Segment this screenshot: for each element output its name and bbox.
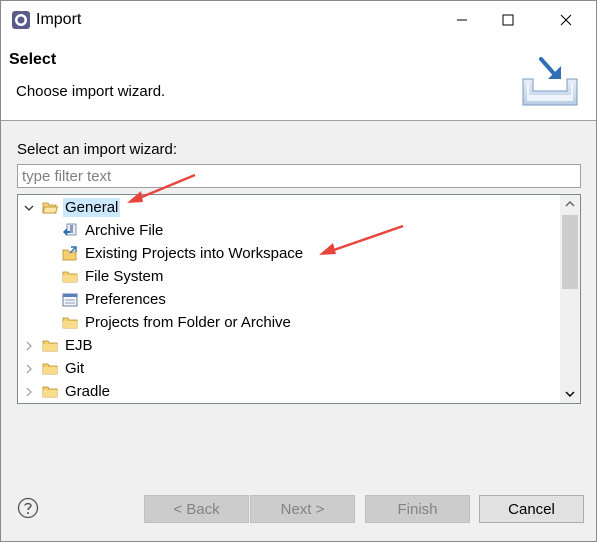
wizard-footer: < Back Next > Finish Cancel — [1, 471, 596, 541]
finish-button[interactable]: Finish — [365, 495, 470, 523]
maximize-icon — [502, 14, 514, 26]
import-dialog: Import Select Choose import wizard. Sele… — [0, 0, 597, 542]
tree-item[interactable]: File System — [62, 265, 165, 288]
folder-open-icon — [42, 200, 58, 216]
existing-projects-icon — [62, 245, 78, 262]
minimize-button[interactable] — [439, 1, 485, 39]
tree-item[interactable]: Projects from Folder or Archive — [62, 311, 293, 334]
window-title: Import — [36, 11, 82, 28]
wizard-header: Select Choose import wizard. — [1, 39, 596, 121]
tree-item-label: EJB — [65, 337, 93, 354]
folder-icon — [62, 315, 78, 331]
tree-scrollbar[interactable] — [560, 195, 580, 403]
minimize-icon — [457, 19, 467, 21]
filter-input[interactable] — [17, 164, 581, 188]
chevron-up-icon — [565, 201, 575, 207]
chevron-right-icon[interactable] — [22, 362, 36, 376]
scroll-down-button[interactable] — [560, 385, 580, 403]
folder-icon — [62, 269, 78, 285]
tree-item-label: General — [63, 198, 121, 217]
tree-item-label: Archive File — [85, 222, 164, 239]
tree-item-label: Projects from Folder or Archive — [85, 314, 291, 331]
help-icon — [17, 497, 39, 519]
title-bar: Import — [1, 1, 596, 39]
tree-item-label: Existing Projects into Workspace — [85, 245, 304, 262]
chevron-down-icon — [565, 391, 575, 397]
filter-label: Select an import wizard: — [17, 141, 178, 158]
close-button[interactable] — [543, 1, 589, 39]
tree-item-label: Preferences — [85, 291, 166, 308]
wizard-content: Select an import wizard: General Archive … — [1, 122, 596, 462]
tree-item-label: Git — [65, 360, 85, 377]
scroll-thumb[interactable] — [562, 215, 578, 289]
chevron-right-icon[interactable] — [22, 385, 36, 399]
chevron-right-icon[interactable] — [22, 339, 36, 353]
import-wizard-banner-icon — [521, 51, 581, 107]
folder-icon — [42, 384, 58, 400]
maximize-button[interactable] — [485, 1, 531, 39]
close-icon — [560, 14, 572, 26]
folder-icon — [42, 361, 58, 377]
eclipse-app-icon — [11, 10, 31, 30]
scroll-up-button[interactable] — [560, 195, 580, 213]
next-button[interactable]: Next > — [250, 495, 355, 523]
tree-item-label: File System — [85, 268, 164, 285]
tree-item[interactable]: Git — [22, 357, 86, 380]
archive-file-icon — [62, 223, 78, 239]
page-title: Select — [9, 51, 57, 68]
tree-item[interactable]: Gradle — [22, 380, 112, 403]
page-description: Choose import wizard. — [16, 83, 166, 100]
tree-item[interactable]: Preferences — [62, 288, 168, 311]
cancel-button[interactable]: Cancel — [479, 495, 584, 523]
tree-item[interactable]: EJB — [22, 334, 95, 357]
wizard-tree[interactable]: General Archive File Existing Projects int… — [17, 194, 581, 404]
tree-item[interactable]: Existing Projects into Workspace — [62, 242, 305, 265]
help-button[interactable] — [17, 497, 39, 519]
back-button[interactable]: < Back — [144, 495, 249, 523]
chevron-down-icon[interactable] — [22, 201, 36, 215]
preferences-icon — [62, 292, 78, 308]
folder-icon — [42, 338, 58, 354]
tree-item[interactable]: Archive File — [62, 219, 165, 242]
tree-item-label: Gradle — [65, 383, 111, 400]
tree-item[interactable]: General — [22, 196, 121, 219]
